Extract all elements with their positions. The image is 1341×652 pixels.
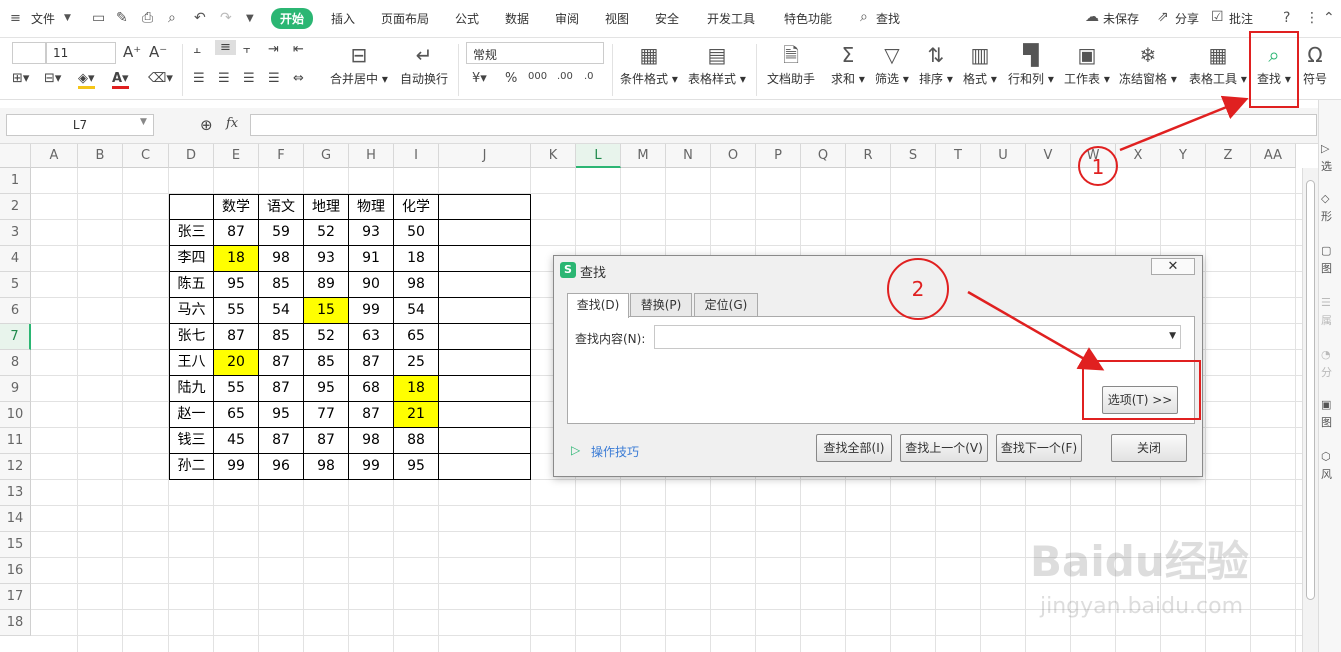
watermark-logo: Baidu经验 bbox=[1030, 537, 1249, 586]
wps-window: ≡ 文件 ▼ ▭ ✎ ⎙ ⌕ ↶ ↷ ▼ 开始 插入 页面布局 公式 数据 审阅… bbox=[0, 0, 1341, 652]
watermark-url: jingyan.baidu.com bbox=[1040, 594, 1244, 619]
tab-find[interactable]: 查找(D) bbox=[567, 293, 629, 318]
arrow-to-find bbox=[1119, 95, 1249, 152]
arrow-to-options bbox=[967, 290, 1105, 371]
